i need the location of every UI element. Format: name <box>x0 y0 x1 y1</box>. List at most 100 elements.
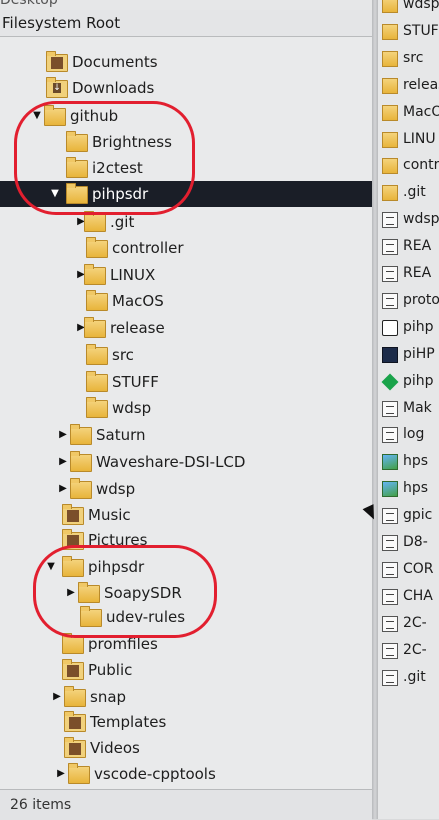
tree-item-downloads[interactable]: ↓ Downloads <box>0 75 372 101</box>
item-count: 26 items <box>10 797 72 813</box>
file-list-pane: wdsp STUFF src releas MacO LINU contr .git wdsp R… <box>378 0 439 819</box>
text-file-icon <box>382 239 398 256</box>
text-file-icon <box>382 427 398 444</box>
text-file-icon <box>382 535 398 551</box>
tree-item-label: Videos <box>90 739 140 757</box>
tree-item-vscode-cpptools[interactable]: ▶ vscode-cpptools <box>0 761 372 787</box>
file-list-item[interactable]: 2C- <box>378 612 439 636</box>
expand-arrow-icon[interactable]: ▶ <box>56 428 70 442</box>
file-list-label: .git <box>403 184 426 201</box>
file-list-item[interactable]: proto <box>378 289 439 313</box>
tree-pane-header: Filesystem Root <box>0 10 372 37</box>
file-list-item[interactable]: MacO <box>378 101 439 125</box>
text-file-icon <box>382 588 398 605</box>
downloads-glyph-icon: ↓ <box>53 83 61 93</box>
file-list-label: gpic <box>403 507 433 524</box>
file-list-item[interactable]: piHP <box>378 343 439 367</box>
folder-icon <box>62 633 84 654</box>
tree-item-macos[interactable]: MacOS <box>0 288 372 314</box>
file-list-label: contr <box>403 157 439 174</box>
file-list-label: LINU <box>403 130 436 147</box>
file-list-item[interactable]: releas <box>378 74 439 98</box>
file-list-item[interactable]: gpic <box>378 504 439 528</box>
folder-icon <box>84 211 106 232</box>
file-list-label: 2C- <box>403 641 427 658</box>
tree-item-src[interactable]: src <box>0 342 372 368</box>
tree-item-label: Music <box>88 506 131 524</box>
file-list-item[interactable]: 2C- <box>378 639 439 663</box>
expand-arrow-icon[interactable]: ▶ <box>56 455 70 469</box>
expand-arrow-icon[interactable]: ▶ <box>56 482 70 496</box>
file-list-item[interactable]: pihp <box>378 316 439 340</box>
file-list-item[interactable]: LINU <box>378 128 439 152</box>
videos-glyph-icon <box>69 743 81 755</box>
folder-icon <box>64 686 86 707</box>
tree-item-label: Saturn <box>96 426 146 444</box>
file-list-label: REA <box>403 265 432 281</box>
file-list-item[interactable]: COR <box>378 558 439 582</box>
tree-item-label: Templates <box>90 713 167 731</box>
expand-arrow-icon[interactable]: ▶ <box>54 767 68 781</box>
folder-icon <box>86 397 108 418</box>
file-list-item[interactable]: src <box>378 47 439 71</box>
filesystem-root-title: Filesystem Root <box>2 14 121 32</box>
tree-item-label: Documents <box>72 53 158 71</box>
file-list-item[interactable]: hps <box>378 477 439 501</box>
tree-item-templates[interactable]: Templates <box>0 709 372 735</box>
folder-icon <box>70 424 92 445</box>
file-list-item[interactable]: D8- <box>378 531 439 555</box>
tree-item-stuff[interactable]: STUFF <box>0 369 372 395</box>
file-list-item[interactable]: REA <box>378 235 439 259</box>
file-list-item[interactable]: .git <box>378 666 439 690</box>
text-file-icon <box>382 669 398 686</box>
text-file-icon <box>382 212 398 229</box>
folder-icon <box>84 264 106 285</box>
file-list-item[interactable]: log <box>378 423 439 447</box>
file-list-item[interactable]: Mak <box>378 397 439 421</box>
folder-icon <box>86 371 108 392</box>
folder-icon <box>382 0 398 13</box>
expand-arrow-icon[interactable]: ▶ <box>50 690 64 704</box>
tree-item-waveshare-dsi-lcd[interactable]: ▶ Waveshare-DSI-LCD <box>0 449 372 475</box>
tree-item-release[interactable]: ▶ release <box>0 315 372 341</box>
file-list-label: Mak <box>403 399 432 416</box>
tree-item-controller[interactable]: controller <box>0 235 372 261</box>
file-list-label: hps <box>403 480 429 497</box>
file-list-item[interactable]: hps <box>378 450 439 474</box>
file-list-label: wdsp <box>403 211 439 228</box>
tree-item-label: LINUX <box>110 266 156 284</box>
file-list-item[interactable]: contr <box>378 154 439 178</box>
file-list-item[interactable]: .git <box>378 181 439 205</box>
file-list-label: pihp <box>403 318 434 335</box>
tree-item-documents[interactable]: Documents <box>0 49 372 75</box>
tree-item-label: .git <box>110 213 135 231</box>
file-list-label: MacO <box>403 103 439 120</box>
tree-item-music[interactable]: Music <box>0 502 372 528</box>
file-list-item[interactable]: pihp <box>378 370 439 394</box>
templates-glyph-icon <box>69 717 81 729</box>
tree-item-linux[interactable]: ▶ LINUX <box>0 262 372 288</box>
folder-icon <box>382 50 398 67</box>
tree-item-label: wdsp <box>112 399 152 417</box>
tree-item-videos[interactable]: Videos <box>0 735 372 761</box>
tree-item-snap[interactable]: ▶ snap <box>0 684 372 710</box>
github-annotation-circle <box>14 101 195 215</box>
tree-item-public[interactable]: Public <box>0 657 372 683</box>
file-list-item[interactable]: REA <box>378 262 439 286</box>
tree-item-wdsp[interactable]: wdsp <box>0 395 372 421</box>
folder-icon <box>382 131 398 148</box>
text-file-icon <box>382 561 398 578</box>
tree-item-label: MacOS <box>112 292 164 310</box>
folder-icon <box>86 237 108 258</box>
file-list-item[interactable]: CHA <box>378 585 439 609</box>
file-list-item[interactable]: wdsp <box>378 208 439 232</box>
file-manager-window: Desktop Filesystem Root Documents ↓ Downlo… <box>0 0 439 820</box>
file-list-item[interactable]: STUFF <box>378 20 439 44</box>
tree-item-label: Waveshare-DSI-LCD <box>96 453 246 471</box>
tree-item-label: Public <box>88 661 133 679</box>
file-list-label: log <box>403 426 425 443</box>
file-list-item[interactable]: wdsp <box>378 0 439 17</box>
folder-icon <box>382 77 398 94</box>
tree-item-saturn[interactable]: ▶ Saturn <box>0 422 372 448</box>
tree-item-wdsp[interactable]: ▶ wdsp <box>0 476 372 502</box>
